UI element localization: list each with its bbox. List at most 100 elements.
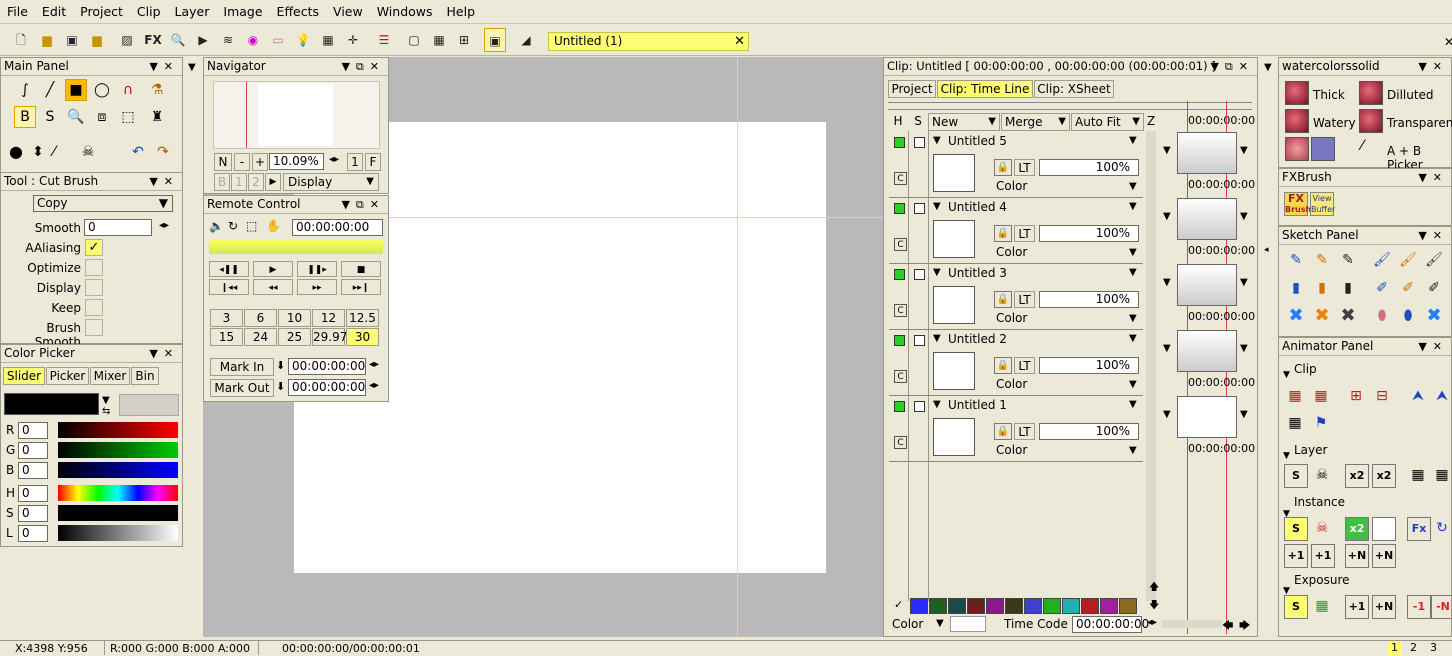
merge-select[interactable]: Merge ▼ — [1001, 113, 1070, 131]
set-mark-in-icon[interactable]: ⬇ — [276, 359, 285, 372]
lt-button[interactable]: LT — [1014, 423, 1035, 440]
eraser-pink-icon[interactable]: ⬮ — [1371, 305, 1393, 327]
skull-icon[interactable]: ☠ — [77, 141, 99, 163]
scroll-right-icon[interactable]: 🡆 — [1239, 617, 1250, 636]
layer-row[interactable]: C ▼ Untitled 1 ▼ 🔒 LT 100% Color ▼ — [889, 396, 1143, 462]
fps-6-button[interactable]: 6 — [244, 309, 277, 327]
dropdown-arrow-icon[interactable]: ▼ — [102, 395, 110, 406]
g-slider[interactable] — [58, 442, 178, 458]
instance-blank-button[interactable] — [1372, 517, 1396, 541]
layer-timeline-cell[interactable] — [1177, 396, 1237, 438]
fps-3-button[interactable]: 3 — [210, 309, 243, 327]
menu-file[interactable]: File — [0, 0, 35, 19]
collapse-arrow-icon[interactable]: ▼ — [1264, 62, 1272, 73]
zoom-input[interactable]: 10.09% — [269, 153, 324, 170]
menu-image[interactable]: Image — [216, 0, 269, 19]
background-color-swatch[interactable] — [119, 394, 179, 416]
visibility-toggle[interactable] — [894, 335, 905, 346]
swatch-icon[interactable]: ▭ — [267, 28, 289, 52]
document-tab[interactable]: Untitled (1) ✕ — [548, 32, 749, 51]
panel-controls-icon[interactable]: ▼✕ — [1418, 227, 1448, 244]
single-view-icon[interactable]: ▢ — [403, 28, 425, 52]
rectangle-tool-icon[interactable]: ■ — [65, 79, 87, 101]
select-tool-icon[interactable]: S — [39, 106, 61, 128]
chevron-down-icon[interactable]: ▼ — [936, 618, 944, 629]
lt-button[interactable]: LT — [1014, 291, 1035, 308]
tab-bin[interactable]: Bin — [131, 367, 159, 385]
blend-mode-label[interactable]: Color — [996, 245, 1027, 259]
color-wheel-icon[interactable]: ◉ — [242, 28, 264, 52]
tab-mixer[interactable]: Mixer — [90, 367, 130, 385]
guide-horizontal[interactable] — [388, 217, 883, 218]
exposure-plus-n-button[interactable]: +N — [1372, 595, 1396, 619]
chevron-down-icon[interactable]: ▼ — [933, 333, 941, 344]
marker-orange-icon[interactable]: ✐ — [1397, 277, 1419, 299]
chevron-down-icon[interactable]: ▼ — [933, 201, 941, 212]
color-mode-button[interactable]: C — [894, 370, 907, 383]
speaker-icon[interactable]: 🔈 — [209, 219, 224, 233]
panel-controls-icon[interactable]: ▼⧉✕ — [341, 58, 385, 75]
smooth-input[interactable]: 0 — [84, 219, 152, 236]
diluted-brush-label[interactable]: Dilluted — [1387, 88, 1434, 102]
prev-frame-icon[interactable]: ◂❚❚ — [209, 261, 249, 277]
layer-x2b-button[interactable]: x2 — [1372, 464, 1396, 488]
s-input[interactable]: 0 — [18, 505, 48, 522]
menu-windows[interactable]: Windows — [370, 0, 440, 19]
scroll-up-icon[interactable]: 🡅 — [1149, 580, 1159, 597]
zoom-out-button[interactable]: - — [234, 153, 250, 171]
toolbar-close-icon[interactable]: ✕ — [1444, 35, 1452, 49]
zoom-actual-button[interactable]: 1 — [347, 153, 363, 171]
instance-x2-button[interactable]: x2 — [1345, 517, 1369, 541]
layer-x2-button[interactable]: x2 — [1345, 464, 1369, 488]
clip-grid-2-icon[interactable]: ▦ — [1310, 385, 1332, 407]
swatch-12[interactable] — [1119, 598, 1137, 614]
tab-clip-xsheet[interactable]: Clip: XSheet — [1034, 80, 1114, 98]
fps-10-button[interactable]: 10 — [278, 309, 311, 327]
l-slider[interactable] — [58, 525, 178, 541]
ellipse-tool-icon[interactable]: ◯ — [91, 79, 113, 101]
open-folder-icon[interactable]: ▆ — [36, 28, 58, 52]
visibility-toggle[interactable] — [894, 203, 905, 214]
brush-stroke-icon[interactable]: ▨ — [116, 28, 138, 52]
zoom-icon[interactable]: 🔍 — [167, 28, 189, 52]
stop-icon[interactable]: ■ — [341, 261, 381, 277]
crosshair-icon[interactable]: ✛ — [342, 28, 364, 52]
check-icon[interactable]: ✓ — [894, 598, 903, 611]
watery-brush-icon[interactable] — [1285, 109, 1309, 133]
solo-checkbox[interactable] — [914, 203, 925, 214]
color-b-icon[interactable] — [1311, 137, 1335, 161]
visibility-toggle[interactable] — [894, 137, 905, 148]
color-mode-button[interactable]: C — [894, 304, 907, 317]
ink-orange-icon[interactable]: ▮ — [1311, 277, 1333, 299]
page-2-button[interactable]: 2 — [1406, 641, 1421, 655]
lock-icon[interactable]: 🔒 — [994, 225, 1012, 242]
fps-29-97-button[interactable]: 29.97 — [312, 328, 347, 346]
clear-orange-icon[interactable]: ✖ — [1311, 305, 1333, 327]
play-icon[interactable]: ▶ — [253, 261, 293, 277]
stepper-arrows-icon[interactable]: ◂▸ — [1147, 617, 1157, 628]
layer-timeline-cell[interactable] — [1177, 132, 1237, 174]
chevron-down-icon[interactable]: ▼ — [1129, 201, 1137, 212]
swap-colors-icon[interactable]: ⇆ — [102, 406, 110, 417]
blend-mode-label[interactable]: Color — [996, 179, 1027, 193]
opacity-input[interactable]: 100% — [1039, 291, 1139, 308]
zoom-in-button[interactable]: + — [252, 153, 268, 171]
stepper-arrows-icon[interactable]: ◂▸ — [369, 380, 379, 391]
color-mode-button[interactable]: C — [894, 172, 907, 185]
chevron-down-icon[interactable]: ▼ — [933, 267, 941, 278]
page-1-button[interactable]: 1 — [1387, 641, 1402, 655]
optimize-checkbox[interactable] — [85, 259, 103, 276]
layer-name[interactable]: Untitled 2 — [948, 332, 1007, 346]
lt-button[interactable]: LT — [1014, 159, 1035, 176]
layer-thumbnail[interactable] — [933, 154, 975, 192]
stepper-arrows-icon[interactable]: ◂▸ — [369, 359, 379, 370]
stepper-arrows-icon[interactable]: ◂▸ — [329, 154, 339, 165]
fast-forward-icon[interactable]: ▸▸ — [297, 279, 337, 295]
chevron-down-icon[interactable]: ▼ — [1163, 409, 1171, 420]
layer-color-swatch[interactable] — [950, 616, 986, 632]
ink-blue-icon[interactable]: ▮ — [1285, 277, 1307, 299]
layer-row[interactable]: C ▼ Untitled 2 ▼ 🔒 LT 100% Color ▼ — [889, 330, 1143, 396]
layer-row[interactable]: C ▼ Untitled 3 ▼ 🔒 LT 100% Color ▼ — [889, 264, 1143, 330]
navigator-n-button[interactable]: N — [214, 153, 232, 171]
fps-12-button[interactable]: 12 — [312, 309, 345, 327]
